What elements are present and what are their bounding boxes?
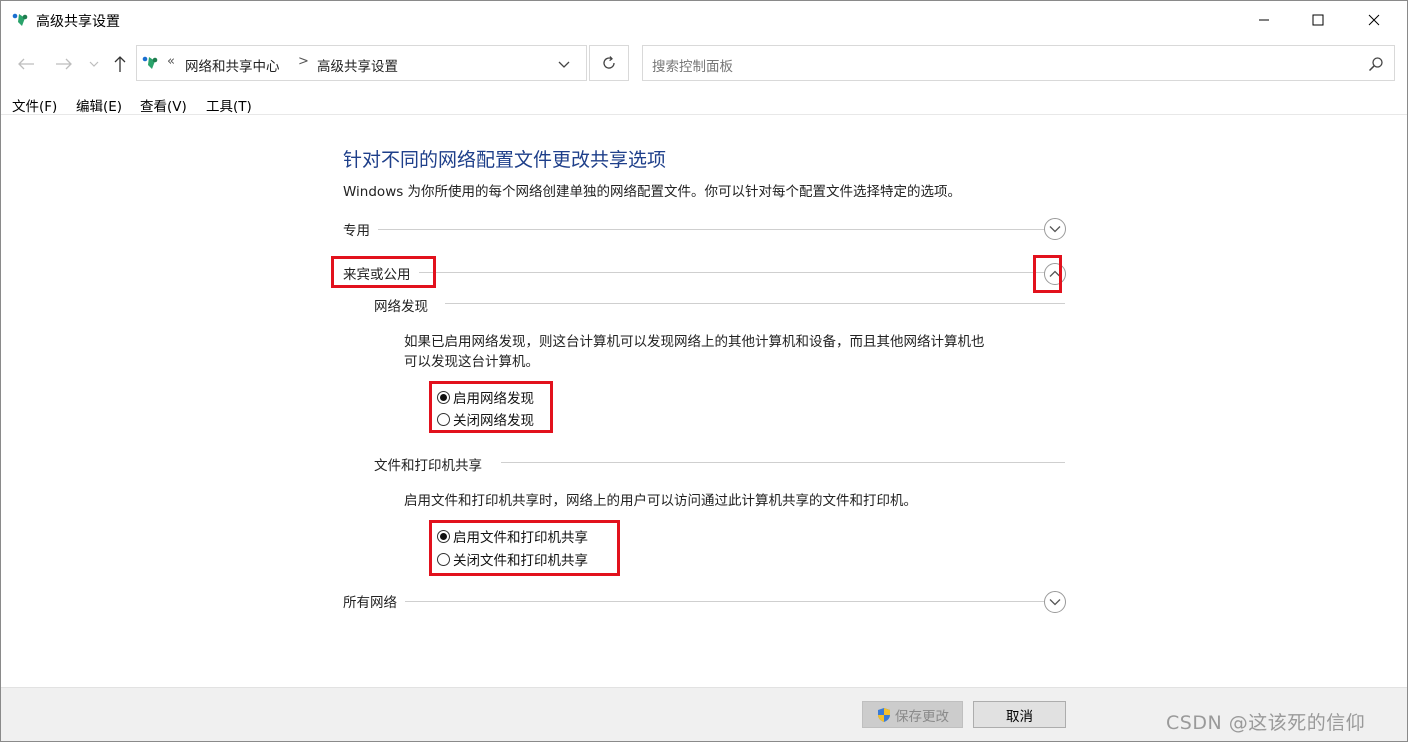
page-title: 针对不同的网络配置文件更改共享选项: [343, 149, 667, 171]
chevron-down-icon: [1049, 226, 1061, 233]
network-sharing-icon: [12, 13, 28, 26]
close-icon: [1368, 14, 1380, 26]
uac-shield-icon: [878, 707, 890, 722]
section-private-expand-button[interactable]: [1044, 218, 1066, 240]
watermark-text: CSDN @这该死的信仰: [1166, 712, 1366, 734]
back-arrow-icon: [18, 58, 34, 70]
minimize-icon: [1259, 19, 1269, 21]
refresh-button[interactable]: [589, 45, 629, 81]
maximize-button[interactable]: [1295, 1, 1341, 39]
address-dropdown-button[interactable]: [557, 55, 577, 73]
search-icon[interactable]: [1368, 56, 1384, 72]
cancel-label: 取消: [1006, 708, 1033, 725]
menu-edit[interactable]: 编辑(E): [76, 95, 122, 115]
highlight-box: [429, 381, 553, 433]
section-private-label[interactable]: 专用: [343, 219, 378, 239]
save-changes-button[interactable]: 保存更改: [862, 701, 963, 728]
section-all-networks-label[interactable]: 所有网络: [343, 591, 405, 611]
network-sharing-icon: [142, 56, 158, 69]
highlight-box: [1033, 255, 1062, 293]
window-title: 高级共享设置: [36, 14, 120, 30]
menu-view[interactable]: 查看(V): [140, 95, 187, 115]
title-bar: 高级共享设置: [1, 1, 1407, 39]
subsection-divider: [445, 303, 1065, 304]
minimize-button[interactable]: [1241, 1, 1287, 39]
section-divider: [343, 229, 1065, 230]
menu-tools[interactable]: 工具(T): [206, 95, 252, 115]
chevron-down-icon: [558, 61, 570, 68]
highlight-box: [429, 520, 620, 576]
chevron-down-icon: [89, 61, 99, 67]
up-arrow-icon: [114, 56, 126, 72]
save-changes-label: 保存更改: [895, 708, 949, 725]
highlight-box: [331, 256, 436, 288]
navigation-row: « 网络和共享中心 > 高级共享设置 搜索控制面板: [1, 41, 1407, 87]
menu-file[interactable]: 文件(F): [12, 95, 57, 115]
search-box[interactable]: 搜索控制面板: [642, 45, 1395, 81]
cancel-button[interactable]: 取消: [973, 701, 1066, 728]
forward-arrow-icon: [56, 58, 72, 70]
breadcrumb-separator-icon[interactable]: >: [298, 54, 309, 69]
breadcrumb-overflow[interactable]: «: [167, 54, 175, 69]
advanced-sharing-window: 高级共享设置 « 网络和共享中心 > 高级共享设置 搜索控制面板 文件(F) 编…: [0, 0, 1408, 742]
breadcrumb-network-center[interactable]: 网络和共享中心: [185, 55, 280, 75]
close-button[interactable]: [1351, 1, 1397, 39]
refresh-icon: [603, 56, 615, 69]
back-button[interactable]: [15, 51, 37, 77]
breadcrumb-advanced-sharing[interactable]: 高级共享设置: [317, 55, 398, 75]
network-discovery-desc-line1: 如果已启用网络发现，则这台计算机可以发现网络上的其他计算机和设备，而且其他网络计…: [404, 334, 985, 350]
up-button[interactable]: [109, 51, 131, 77]
main-content: 针对不同的网络配置文件更改共享选项 Windows 为你所使用的每个网络创建单独…: [1, 115, 1407, 687]
recent-locations-button[interactable]: [87, 51, 101, 77]
network-discovery-desc-line2: 可以发现这台计算机。: [404, 354, 539, 370]
network-discovery-heading: 网络发现: [374, 295, 428, 315]
menu-bar: 文件(F) 编辑(E) 查看(V) 工具(T): [1, 91, 1407, 115]
forward-button[interactable]: [53, 51, 75, 77]
search-input[interactable]: 搜索控制面板: [652, 55, 733, 75]
page-description: Windows 为你所使用的每个网络创建单独的网络配置文件。你可以针对每个配置文…: [343, 184, 962, 200]
section-divider: [343, 272, 1065, 273]
file-printer-sharing-description: 启用文件和打印机共享时，网络上的用户可以访问通过此计算机共享的文件和打印机。: [404, 493, 917, 509]
footer-bar: 保存更改 取消 CSDN @这该死的信仰: [1, 687, 1407, 741]
maximize-icon: [1312, 14, 1324, 26]
section-all-networks-expand-button[interactable]: [1044, 591, 1066, 613]
chevron-down-icon: [1049, 599, 1061, 606]
section-divider: [343, 601, 1065, 602]
subsection-divider: [501, 462, 1065, 463]
file-printer-sharing-heading: 文件和打印机共享: [374, 454, 482, 474]
network-discovery-description: 如果已启用网络发现，则这台计算机可以发现网络上的其他计算机和设备，而且其他网络计…: [404, 332, 985, 372]
address-bar[interactable]: « 网络和共享中心 > 高级共享设置: [136, 45, 587, 81]
